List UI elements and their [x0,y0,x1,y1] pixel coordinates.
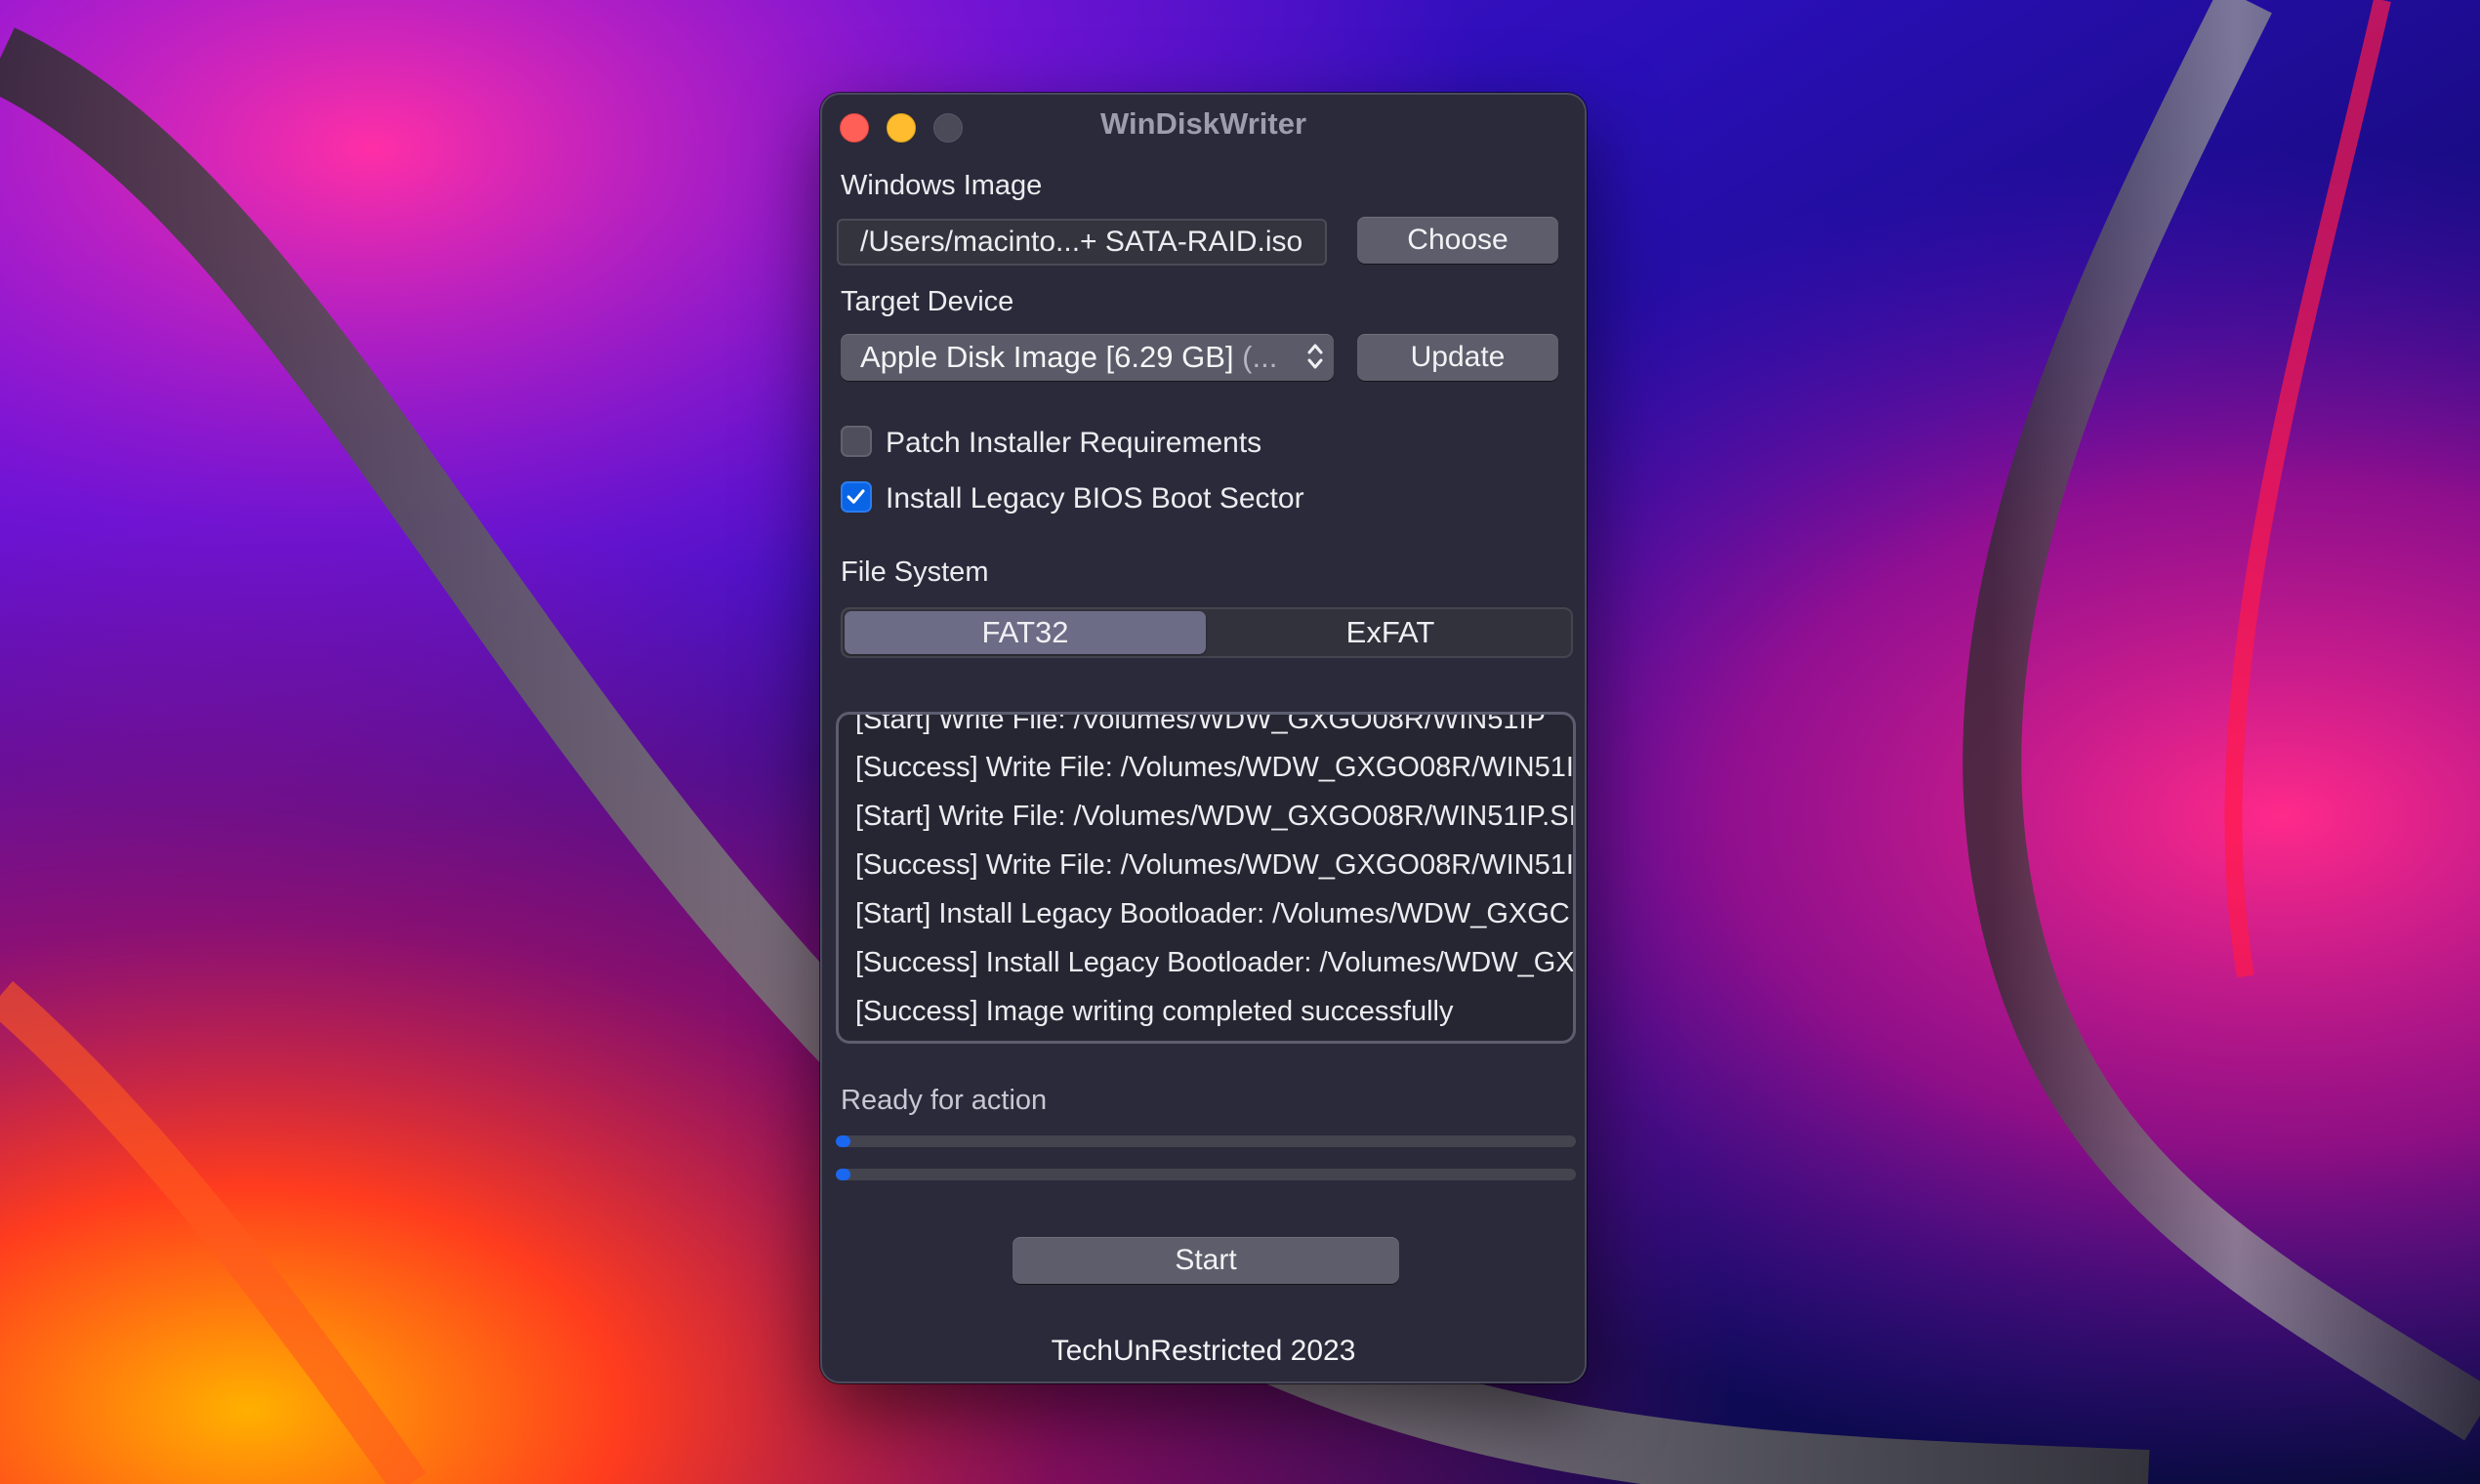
log-line: [Success] Image writing completed succes… [855,996,1454,1027]
progress-fill-primary [836,1135,851,1147]
progress-fill-secondary [836,1169,851,1180]
log-line: [Start] Install Legacy Bootloader: /Volu… [855,898,1570,929]
window-title: WinDiskWriter [1099,106,1307,141]
log-line: [Start] Write File: /Volumes/WDW_GXGO08R… [855,712,1546,735]
target-device-selected: Apple Disk Image [6.29 GB] [860,340,1243,374]
patch-installer-checkbox[interactable] [841,426,872,457]
app-window: WinDiskWriter Windows Image /Users/macin… [820,93,1587,1383]
log-line: [Success] Write File: /Volumes/WDW_GXGO0… [855,849,1574,881]
status-text: Ready for action [841,1085,1048,1116]
segment-exfat[interactable]: ExFAT [1210,611,1571,654]
title-bar[interactable]: WinDiskWriter [822,95,1585,155]
chevron-up-down-icon [1307,344,1323,369]
windows-image-path-field[interactable]: /Users/macinto...+ SATA-RAID.iso [837,219,1327,266]
legacy-bios-checkbox[interactable] [841,481,872,513]
log-view[interactable]: [Start] Write File: /Volumes/WDW_GXGO08R… [836,712,1576,1044]
checkmark-icon [847,489,865,504]
target-device-selected-suffix: (... [1242,340,1278,374]
log-line: [Start] Write File: /Volumes/WDW_GXGO08R… [855,801,1576,832]
update-button[interactable]: Update [1357,334,1558,381]
patch-installer-label: Patch Installer Requirements [886,427,1262,459]
file-system-label: File System [841,556,989,588]
log-line: [Success] Write File: /Volumes/WDW_GXGO0… [855,752,1574,783]
progress-bar-primary [836,1135,1576,1147]
choose-button[interactable]: Choose [1357,217,1558,264]
start-button[interactable]: Start [1013,1237,1399,1284]
legacy-bios-label: Install Legacy BIOS Boot Sector [886,482,1304,515]
windows-image-label: Windows Image [841,170,1043,201]
log-line: [Success] Install Legacy Bootloader: /Vo… [855,947,1575,978]
target-device-label: Target Device [841,286,1014,317]
footer-credit: TechUnRestricted 2023 [1051,1335,1356,1367]
segment-fat32[interactable]: FAT32 [845,611,1206,654]
target-device-popup[interactable]: Apple Disk Image [6.29 GB] (... [841,334,1334,381]
file-system-segmented-control: FAT32 ExFAT [841,607,1573,658]
progress-bar-secondary [836,1169,1576,1180]
